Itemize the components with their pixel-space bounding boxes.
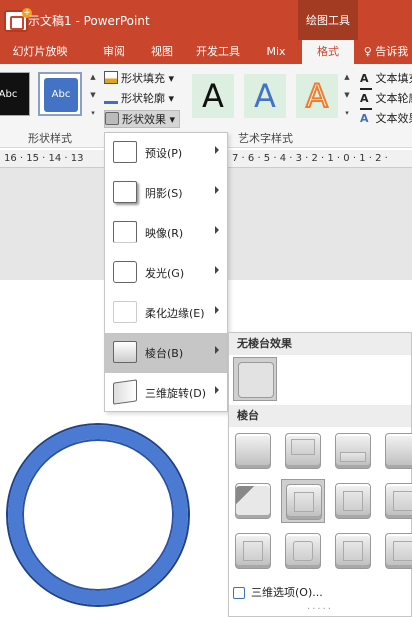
chevron-right-icon — [215, 186, 219, 194]
shape-effects-icon — [105, 112, 119, 125]
bevel-cross[interactable] — [331, 429, 375, 473]
tab-review[interactable]: 审阅 — [94, 40, 134, 64]
text-effects-icon: A — [360, 112, 369, 125]
wordart-black[interactable]: A — [192, 74, 234, 118]
wordart-styles-group-label: 艺术字样式 — [238, 132, 293, 145]
bevel-divot[interactable] — [231, 529, 275, 573]
bevel-icon — [113, 341, 137, 363]
menu-item-reflection[interactable]: 映像(R) — [105, 213, 227, 253]
tab-developer[interactable]: 开发工具 — [190, 40, 246, 64]
bevel-cross-icon — [335, 433, 371, 469]
bevel-hard-edge-icon — [335, 533, 371, 569]
chevron-right-icon — [215, 386, 219, 394]
shape-style-dark[interactable]: Abc — [0, 72, 30, 116]
tell-me-search[interactable]: ♀ 告诉我 — [360, 40, 412, 64]
ruler-right-ticks: 7 · 6 · 5 · 4 · 3 · 2 · 1 · 0 · 1 · 2 · — [232, 153, 388, 164]
soft-edges-icon — [113, 301, 137, 323]
powerpoint-app-icon[interactable]: + — [4, 8, 32, 32]
bevel-cool-slant-icon — [385, 433, 412, 469]
no-bevel-header: 无棱台效果 — [229, 333, 411, 355]
bevel-submenu: 无棱台效果 棱台 三维选项(O)... ..... — [228, 332, 412, 617]
bevel-soft-round[interactable] — [281, 479, 325, 523]
title-bar: + 示文稿1 - PowerPoint 绘图工具 — [0, 0, 412, 40]
menu-item-3d-rotation[interactable]: 三维旋转(D) — [105, 373, 227, 413]
menu-item-preset[interactable]: 预设(P) — [105, 133, 227, 173]
shape-styles-scroll[interactable]: ▲ ▼ ▾ — [88, 68, 98, 122]
bevel-slope[interactable] — [381, 479, 412, 523]
no-bevel-icon — [238, 362, 274, 398]
shape-fill-button[interactable]: 形状填充 ▾ — [104, 70, 174, 88]
bevel-riblet[interactable] — [281, 529, 325, 573]
window-title: 示文稿1 - PowerPoint — [28, 14, 150, 28]
shape-effects-button[interactable]: 形状效果 ▾ — [104, 110, 181, 128]
bevel-cool-slant[interactable] — [381, 429, 412, 473]
wordart-blue[interactable]: A — [244, 74, 286, 118]
chevron-right-icon — [215, 266, 219, 274]
reflection-icon — [113, 221, 137, 243]
bevel-convex[interactable] — [331, 479, 375, 523]
resize-grip[interactable]: ..... — [229, 601, 411, 612]
bevel-angle-icon — [235, 483, 271, 519]
bevel-relaxed-inset-icon — [285, 433, 321, 469]
chevron-right-icon — [215, 146, 219, 154]
menu-item-bevel[interactable]: 棱台(B) — [105, 333, 227, 373]
wordart-orange-outline[interactable]: A — [296, 74, 338, 118]
bevel-header: 棱台 — [229, 405, 411, 427]
text-effects-button[interactable]: A 文本效果 — [360, 110, 412, 128]
text-fill-button[interactable]: A 文本填充 — [360, 70, 412, 90]
shape-effects-menu: 预设(P) 阴影(S) 映像(R) 发光(G) 柔化边缘(E) 棱台(B) 三维… — [104, 132, 228, 412]
text-outline-button[interactable]: A 文本轮廓 — [360, 90, 412, 110]
menu-item-shadow[interactable]: 阴影(S) — [105, 173, 227, 213]
more-wordart-icon[interactable]: ▾ — [342, 104, 352, 122]
ruler-left-ticks: 16 · 15 · 14 · 13 — [4, 153, 84, 164]
drawing-tools-context-tab: 绘图工具 — [298, 0, 358, 40]
tab-mix[interactable]: Mix — [256, 40, 296, 64]
blue-ring-shape[interactable] — [8, 425, 188, 605]
shape-styles-group-label: 形状样式 — [28, 132, 72, 145]
bevel-art-deco-icon — [385, 533, 412, 569]
bevel-riblet-icon — [285, 533, 321, 569]
bevel-circle-icon — [235, 433, 271, 469]
bevel-angle[interactable] — [231, 479, 275, 523]
chevron-right-icon — [215, 306, 219, 314]
shape-outline-button[interactable]: 形状轮廓 ▾ — [104, 90, 174, 108]
scroll-up-icon[interactable]: ▲ — [88, 68, 98, 86]
text-fill-icon: A — [360, 70, 372, 90]
tab-slideshow[interactable]: 幻灯片放映 — [4, 40, 76, 64]
bevel-convex-icon — [335, 483, 371, 519]
scroll-down-icon[interactable]: ▼ — [88, 86, 98, 104]
3d-options-icon — [233, 587, 245, 599]
preset-icon — [113, 141, 137, 163]
menu-item-soft-edges[interactable]: 柔化边缘(E) — [105, 293, 227, 333]
scroll-up-icon[interactable]: ▲ — [342, 68, 352, 86]
text-outline-icon: A — [360, 90, 372, 110]
glow-icon — [113, 261, 137, 283]
bevel-slope-icon — [385, 483, 412, 519]
tab-view[interactable]: 视图 — [142, 40, 182, 64]
bevel-hard-edge[interactable] — [331, 529, 375, 573]
scroll-down-icon[interactable]: ▼ — [342, 86, 352, 104]
tab-format[interactable]: 格式 — [302, 40, 354, 64]
bevel-soft-round-icon — [286, 484, 322, 520]
more-styles-icon[interactable]: ▾ — [88, 104, 98, 122]
bevel-art-deco[interactable] — [381, 529, 412, 573]
ribbon-tabs: 幻灯片放映 审阅 视图 开发工具 Mix 格式 ♀ 告诉我 — [0, 40, 412, 64]
bevel-circle[interactable] — [231, 429, 275, 473]
paint-bucket-icon — [104, 71, 118, 84]
shadow-icon — [113, 181, 137, 203]
no-bevel-option[interactable] — [233, 357, 277, 401]
3d-rotation-icon — [113, 379, 137, 405]
shape-style-blue[interactable]: Abc — [38, 72, 82, 116]
wordart-scroll[interactable]: ▲ ▼ ▾ — [342, 68, 352, 122]
chevron-right-icon — [215, 346, 219, 354]
bevel-divot-icon — [235, 533, 271, 569]
bevel-relaxed-inset[interactable] — [281, 429, 325, 473]
pencil-outline-icon — [104, 91, 118, 104]
chevron-right-icon — [215, 226, 219, 234]
menu-item-glow[interactable]: 发光(G) — [105, 253, 227, 293]
